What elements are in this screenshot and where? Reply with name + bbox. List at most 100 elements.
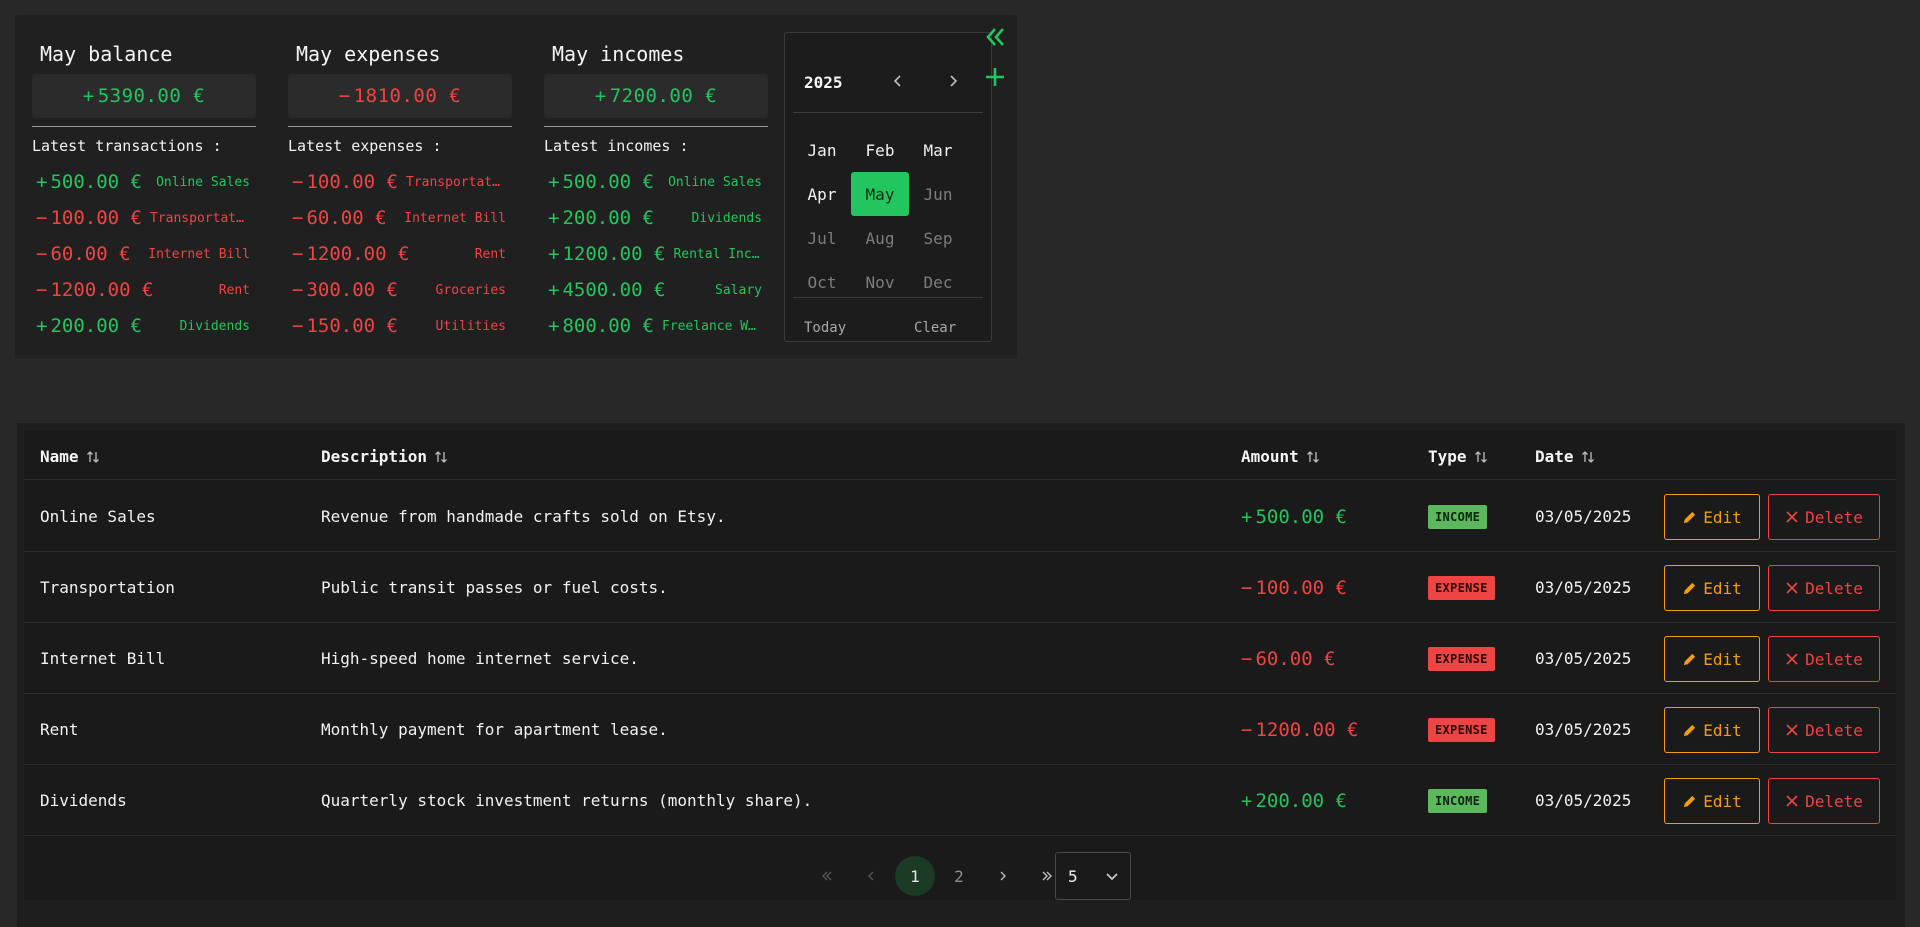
page-2-button[interactable]: 2 xyxy=(939,856,979,896)
transaction-amount: −100.00 € xyxy=(36,207,142,229)
month-jun[interactable]: Jun xyxy=(909,172,967,216)
month-may[interactable]: May xyxy=(851,172,909,216)
transaction-description: Revenue from handmade crafts sold on Ets… xyxy=(321,507,726,526)
next-page-button[interactable] xyxy=(983,856,1023,896)
latest-transactions-label: Latest transactions : xyxy=(32,137,222,155)
divider xyxy=(793,297,983,298)
transaction-name: Groceries xyxy=(435,282,506,298)
clear-button[interactable]: Clear xyxy=(914,320,956,336)
latest-expenses-label: Latest expenses : xyxy=(288,137,442,155)
rows-per-page-select[interactable]: 5 xyxy=(1055,852,1131,900)
transaction-amount: +1200.00 € xyxy=(548,243,666,265)
transaction-date: 03/05/2025 xyxy=(1535,791,1632,810)
double-chevron-right-icon xyxy=(1042,871,1052,881)
transaction-name: Rental Income xyxy=(673,246,762,262)
type-cell: EXPENSE xyxy=(1428,623,1495,694)
chevron-right-icon xyxy=(950,75,958,87)
collapse-panel-button[interactable] xyxy=(984,25,1006,53)
latest-transactions-list: +500.00 € Online Sales −100.00 € Transporta… xyxy=(32,164,256,344)
calendar-year[interactable]: 2025 xyxy=(804,73,843,92)
sort-icon xyxy=(1581,450,1594,463)
type-cell: INCOME xyxy=(1428,765,1488,836)
transaction-name: Freelance Work xyxy=(662,318,762,334)
sort-icon xyxy=(86,450,99,463)
add-transaction-button[interactable] xyxy=(984,65,1006,93)
month-aug[interactable]: Aug xyxy=(851,216,909,260)
delete-label: Delete xyxy=(1805,791,1863,811)
table-row: Internet Bill High-speed home internet se… xyxy=(24,623,1896,694)
first-page-button[interactable] xyxy=(807,856,847,896)
column-header-type[interactable]: Type xyxy=(1428,447,1489,466)
transaction-amount: +200.00 € xyxy=(36,315,142,337)
transactions-table: Name Description Amount Type Date Online… xyxy=(24,431,1896,900)
transaction-name: Dividends xyxy=(40,791,127,810)
incomes-total: +7200.00 € xyxy=(544,74,768,118)
delete-button[interactable]: Delete xyxy=(1768,778,1880,824)
pencil-icon xyxy=(1684,795,1696,807)
transactions-table-container: Name Description Amount Type Date Online… xyxy=(17,423,1905,927)
edit-button[interactable]: Edit xyxy=(1664,494,1760,540)
delete-label: Delete xyxy=(1805,649,1863,669)
type-cell: EXPENSE xyxy=(1428,552,1495,623)
transaction-name: Online Sales xyxy=(156,174,250,190)
delete-label: Delete xyxy=(1805,720,1863,740)
transaction-amount: −150.00 € xyxy=(292,315,398,337)
rows-per-page-value: 5 xyxy=(1068,866,1078,886)
latest-incomes-list: +500.00 € Online Sales +200.00 € Dividends +… xyxy=(544,164,768,344)
transaction-name: Rent xyxy=(218,282,250,298)
transaction-description: Monthly payment for apartment lease. xyxy=(321,720,668,739)
transaction-amount: +500.00 € xyxy=(36,171,142,193)
expenses-total: −1810.00 € xyxy=(288,74,512,118)
table-header: Name Description Amount Type Date xyxy=(24,431,1896,480)
divider xyxy=(288,126,512,127)
edit-label: Edit xyxy=(1703,720,1742,740)
month-jul[interactable]: Jul xyxy=(793,216,851,260)
month-jan[interactable]: Jan xyxy=(793,128,851,172)
next-year-button[interactable] xyxy=(941,69,965,93)
incomes-title: May incomes xyxy=(552,42,685,66)
pagination: 1 2 5 xyxy=(24,844,1896,900)
previous-year-button[interactable] xyxy=(886,69,910,93)
month-sep[interactable]: Sep xyxy=(909,216,967,260)
delete-button[interactable]: Delete xyxy=(1768,565,1880,611)
balance-title: May balance xyxy=(40,42,173,66)
type-cell: EXPENSE xyxy=(1428,694,1495,765)
latest-transaction-item: +200.00 € Dividends xyxy=(32,308,256,344)
column-header-date[interactable]: Date xyxy=(1535,447,1596,466)
transaction-description: Quarterly stock investment returns (mont… xyxy=(321,791,813,810)
transaction-amount: −1200.00 € xyxy=(36,279,154,301)
transaction-name: Online Sales xyxy=(668,174,762,190)
delete-button[interactable]: Delete xyxy=(1768,707,1880,753)
transaction-name: Salary xyxy=(715,282,762,298)
column-header-amount[interactable]: Amount xyxy=(1241,447,1321,466)
divider xyxy=(32,126,256,127)
chevron-left-icon xyxy=(893,75,901,87)
column-header-description[interactable]: Description xyxy=(321,447,449,466)
transaction-name: Dividends xyxy=(179,318,250,334)
transaction-name: Internet Bill xyxy=(40,649,166,668)
today-button[interactable]: Today xyxy=(804,320,846,336)
delete-button[interactable]: Delete xyxy=(1768,494,1880,540)
transaction-name: Internet Bill xyxy=(148,246,250,262)
edit-button[interactable]: Edit xyxy=(1664,565,1760,611)
page-1-button[interactable]: 1 xyxy=(895,856,935,896)
transaction-amount: −60.00 € xyxy=(1241,647,1336,670)
edit-button[interactable]: Edit xyxy=(1664,707,1760,753)
edit-button[interactable]: Edit xyxy=(1664,778,1760,824)
close-icon xyxy=(1786,582,1798,594)
month-apr[interactable]: Apr xyxy=(793,172,851,216)
edit-label: Edit xyxy=(1703,578,1742,598)
month-feb[interactable]: Feb xyxy=(851,128,909,172)
transaction-name: Online Sales xyxy=(40,507,156,526)
delete-button[interactable]: Delete xyxy=(1768,636,1880,682)
type-badge: EXPENSE xyxy=(1428,575,1495,600)
table-row: Dividends Quarterly stock investment retu… xyxy=(24,765,1896,836)
latest-incomes-label: Latest incomes : xyxy=(544,137,689,155)
previous-page-button[interactable] xyxy=(851,856,891,896)
latest-transaction-item: −60.00 € Internet Bill xyxy=(32,236,256,272)
edit-button[interactable]: Edit xyxy=(1664,636,1760,682)
month-mar[interactable]: Mar xyxy=(909,128,967,172)
month-grid: Jan Feb Mar Apr May Jun Jul Aug Sep Oct Nov Dec xyxy=(793,128,967,304)
column-header-name[interactable]: Name xyxy=(40,447,101,466)
transaction-amount: +200.00 € xyxy=(548,207,654,229)
